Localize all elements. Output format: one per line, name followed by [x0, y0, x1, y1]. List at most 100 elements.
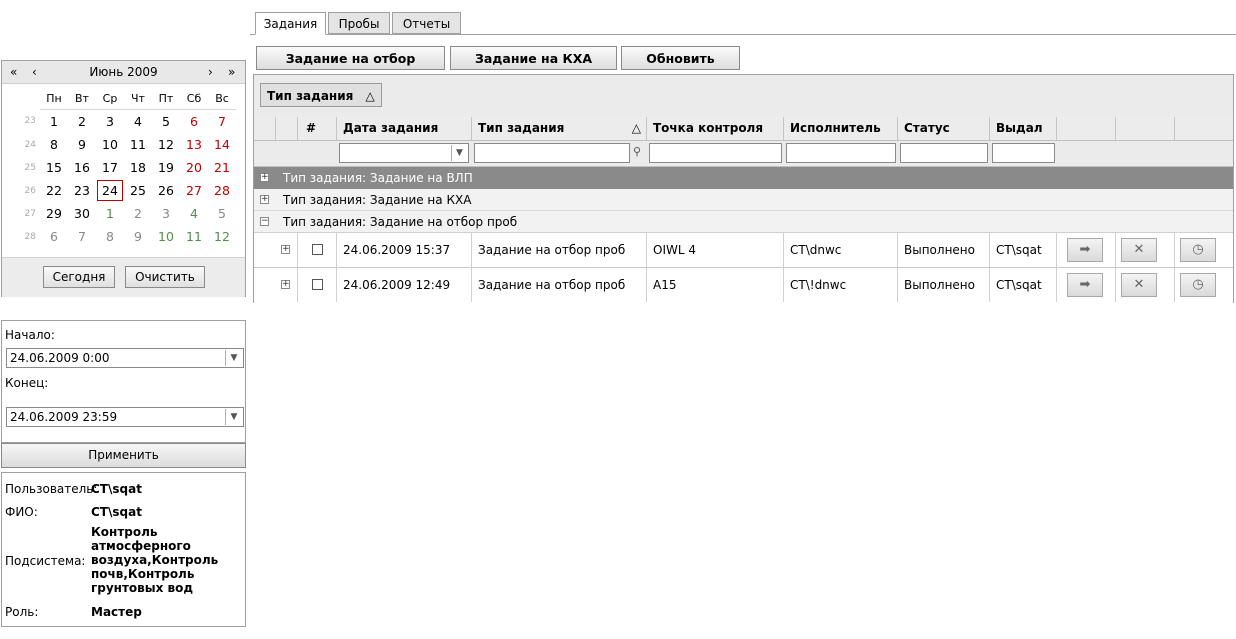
- table-row[interactable]: + 24.06.2009 12:49 Задание на отбор проб…: [254, 268, 1233, 303]
- group-chip[interactable]: Тип задания △: [260, 83, 382, 107]
- calendar-day[interactable]: 13: [180, 133, 208, 156]
- calendar-day[interactable]: 27: [180, 179, 208, 202]
- table-row[interactable]: + 24.06.2009 15:37 Задание на отбор проб…: [254, 233, 1233, 268]
- filter-type-input[interactable]: [474, 143, 630, 163]
- calendar-day[interactable]: 16: [68, 156, 96, 179]
- weekday-label: Вс: [208, 87, 236, 110]
- calendar-day[interactable]: 21: [208, 156, 236, 179]
- expand-icon[interactable]: +: [260, 173, 269, 182]
- today-button[interactable]: Сегодня: [43, 266, 115, 288]
- expand-icon[interactable]: +: [281, 245, 290, 254]
- end-date-combo[interactable]: 24.06.2009 23:59 ▼: [6, 407, 244, 427]
- header-point[interactable]: Точка контроля: [647, 117, 784, 140]
- row-checkbox[interactable]: [312, 244, 323, 255]
- calendar-day[interactable]: 26: [152, 179, 180, 202]
- next-year-icon[interactable]: »: [228, 64, 235, 80]
- calendar-day[interactable]: 18: [124, 156, 152, 179]
- filter-executor-input[interactable]: [786, 143, 896, 163]
- header-date[interactable]: Дата задания: [337, 117, 472, 140]
- expand-icon[interactable]: +: [260, 195, 269, 204]
- delete-icon[interactable]: ✕: [1121, 273, 1157, 297]
- calendar-day-other-month[interactable]: 12: [208, 225, 236, 248]
- task-kxa-button[interactable]: Задание на КХА: [450, 46, 617, 70]
- header-executor[interactable]: Исполнитель: [784, 117, 898, 140]
- calendar-day-other-month[interactable]: 2: [124, 202, 152, 225]
- row-expand-cell: +: [276, 268, 298, 302]
- history-icon[interactable]: ◷: [1180, 273, 1216, 297]
- clear-button[interactable]: Очистить: [125, 266, 205, 288]
- header-num[interactable]: #: [298, 117, 337, 140]
- calendar-day-other-month[interactable]: 8: [96, 225, 124, 248]
- calendar-day[interactable]: 23: [68, 179, 96, 202]
- header-status[interactable]: Статус: [898, 117, 990, 140]
- calendar: « ‹ Июнь 2009 › » Пн Вт Ср Чт Пт Сб Вс 2…: [1, 60, 246, 297]
- calendar-day-other-month[interactable]: 10: [152, 225, 180, 248]
- calendar-day[interactable]: 10: [96, 133, 124, 156]
- filter-status-input[interactable]: [900, 143, 988, 163]
- calendar-day[interactable]: 2: [68, 110, 96, 134]
- group-row-vlp[interactable]: + Тип задания: Задание на ВЛП: [254, 167, 1233, 189]
- calendar-day-other-month[interactable]: 7: [68, 225, 96, 248]
- calendar-day[interactable]: 22: [40, 179, 68, 202]
- export-icon[interactable]: ➡: [1067, 273, 1103, 297]
- calendar-day[interactable]: 17: [96, 156, 124, 179]
- expand-icon[interactable]: +: [281, 280, 290, 289]
- tab-reports[interactable]: Отчеты: [392, 12, 461, 34]
- row-check-cell: [298, 268, 337, 302]
- calendar-day-other-month[interactable]: 6: [40, 225, 68, 248]
- calendar-day[interactable]: 3: [96, 110, 124, 134]
- chevron-down-icon[interactable]: ▼: [225, 350, 242, 366]
- action-cell: ◷: [1175, 233, 1233, 267]
- delete-icon[interactable]: ✕: [1121, 238, 1157, 262]
- calendar-day[interactable]: 12: [152, 133, 180, 156]
- row-checkbox[interactable]: [312, 279, 323, 290]
- tab-tasks[interactable]: Задания: [255, 12, 326, 35]
- group-row-sampling[interactable]: − Тип задания: Задание на отбор проб: [254, 211, 1233, 233]
- action-cell: ✕: [1116, 268, 1175, 302]
- calendar-day-other-month[interactable]: 4: [180, 202, 208, 225]
- history-icon[interactable]: ◷: [1180, 238, 1216, 262]
- calendar-day-other-month[interactable]: 3: [152, 202, 180, 225]
- group-row-kxa[interactable]: + Тип задания: Задание на КХА: [254, 189, 1233, 211]
- calendar-day-selected[interactable]: 24: [96, 179, 124, 202]
- export-icon[interactable]: ➡: [1067, 238, 1103, 262]
- calendar-day[interactable]: 20: [180, 156, 208, 179]
- calendar-day[interactable]: 9: [68, 133, 96, 156]
- calendar-day[interactable]: 15: [40, 156, 68, 179]
- calendar-day[interactable]: 8: [40, 133, 68, 156]
- header-type[interactable]: Тип задания △: [472, 117, 647, 140]
- filter-date-combo[interactable]: ▼: [339, 143, 469, 163]
- calendar-day-other-month[interactable]: 9: [124, 225, 152, 248]
- filter-point-input[interactable]: [649, 143, 782, 163]
- calendar-day[interactable]: 25: [124, 179, 152, 202]
- calendar-day[interactable]: 14: [208, 133, 236, 156]
- calendar-day[interactable]: 11: [124, 133, 152, 156]
- chevron-down-icon[interactable]: ▼: [451, 145, 467, 161]
- calendar-day[interactable]: 7: [208, 110, 236, 134]
- calendar-day-other-month[interactable]: 5: [208, 202, 236, 225]
- header-issuer[interactable]: Выдал: [990, 117, 1057, 140]
- refresh-button[interactable]: Обновить: [621, 46, 740, 70]
- calendar-day[interactable]: 19: [152, 156, 180, 179]
- chevron-down-icon[interactable]: ▼: [225, 409, 242, 425]
- calendar-day[interactable]: 1: [40, 110, 68, 134]
- calendar-day[interactable]: 4: [124, 110, 152, 134]
- calendar-day-other-month[interactable]: 11: [180, 225, 208, 248]
- calendar-day[interactable]: 5: [152, 110, 180, 134]
- apply-button[interactable]: Применить: [1, 443, 246, 468]
- next-month-icon[interactable]: ›: [208, 64, 213, 80]
- tab-samples[interactable]: Пробы: [328, 12, 390, 34]
- sort-asc-icon: △: [365, 89, 375, 103]
- collapse-icon[interactable]: −: [260, 217, 269, 226]
- filter-issuer-input[interactable]: [992, 143, 1055, 163]
- calendar-day[interactable]: 30: [68, 202, 96, 225]
- filter-key-icon[interactable]: ⚲: [633, 145, 641, 158]
- cell-point: OIWL 4: [647, 233, 784, 267]
- start-date-combo[interactable]: 24.06.2009 0:00 ▼: [6, 348, 244, 368]
- row-check-cell: [298, 233, 337, 267]
- calendar-day-other-month[interactable]: 1: [96, 202, 124, 225]
- calendar-day[interactable]: 28: [208, 179, 236, 202]
- calendar-day[interactable]: 29: [40, 202, 68, 225]
- task-sampling-button[interactable]: Задание на отбор: [256, 46, 445, 70]
- calendar-day[interactable]: 6: [180, 110, 208, 134]
